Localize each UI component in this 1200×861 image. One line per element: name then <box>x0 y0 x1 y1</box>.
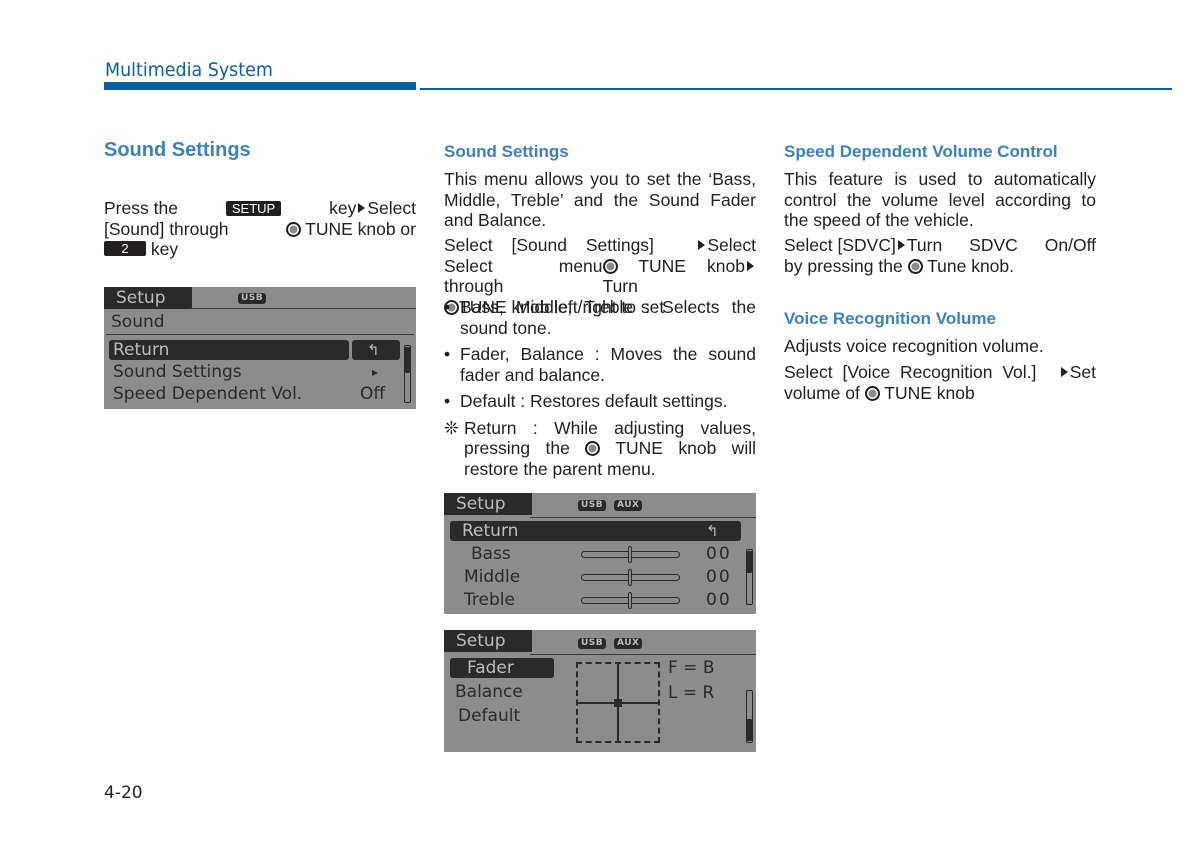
intro-paragraph: This menu allows you to set the ‘Bass, M… <box>444 169 756 230</box>
text: Select [Sound Settings] <box>444 235 654 255</box>
screen-tab: Setup <box>444 630 532 652</box>
fader-balance-screen: Setup USB AUX Fader Balance Default F = … <box>444 630 756 752</box>
fader-position-marker[interactable] <box>614 698 622 707</box>
heading-sound-settings: Sound Settings <box>444 142 569 161</box>
return-icon: ↰ <box>367 341 380 359</box>
setup-sound-screen: Setup USB Sound Return ↰ Sound Settings … <box>104 287 416 409</box>
submenu-arrow-icon: ▸ <box>372 365 379 379</box>
header-rule <box>420 88 1172 90</box>
arrow-right-icon <box>1060 367 1068 377</box>
preset-2-key-icon: 2 <box>104 241 146 256</box>
header-bar <box>104 82 416 90</box>
scrollbar[interactable] <box>746 690 753 743</box>
arrow-right-icon <box>747 260 754 271</box>
bullet-item: • Fader, Balance : Moves the sound fader … <box>444 344 756 385</box>
text: TUNE knob <box>638 255 745 276</box>
usb-badge: USB <box>578 638 607 649</box>
treble-slider[interactable] <box>581 592 680 609</box>
heading-sdvc: Speed Dependent Volume Control <box>784 142 1058 161</box>
tune-knob-icon <box>602 258 618 274</box>
balance-readout: L = R <box>668 683 715 703</box>
divider <box>530 654 756 655</box>
text: Select [Voice Recognition Vol.] <box>784 362 1037 382</box>
text: key <box>150 239 179 259</box>
text: [Sound] through <box>104 218 229 239</box>
text: Turn <box>602 276 638 296</box>
divider <box>190 308 416 309</box>
text: TUNE knob <box>884 382 975 403</box>
middle-slider[interactable] <box>581 569 680 586</box>
scrollbar-thumb[interactable] <box>747 719 752 741</box>
menu-item-return[interactable]: Return <box>462 520 518 542</box>
arrow-right-icon <box>897 240 905 250</box>
bullet-item: • Bass, Middle, Treble : Selects the soun… <box>444 297 756 338</box>
tone-label-middle: Middle <box>464 567 521 587</box>
usb-badge: USB <box>578 500 607 511</box>
voice-description: Adjusts voice recognition volume. <box>784 336 1044 356</box>
fader-readout: F = B <box>668 658 715 678</box>
aux-badge: AUX <box>614 638 643 649</box>
text: Tune knob. <box>927 255 1015 276</box>
slider-handle[interactable] <box>627 569 632 586</box>
tune-knob-icon <box>585 441 601 456</box>
screen-subtitle: Sound <box>111 312 165 332</box>
usb-badge: USB <box>238 293 267 304</box>
return-icon: ↰ <box>706 522 719 540</box>
bullet-list: • Bass, Middle, Treble : Selects the soun… <box>444 297 756 479</box>
voice-instruction: Select [Voice Recognition Vol.] Set volu… <box>784 362 1096 403</box>
aux-badge: AUX <box>614 500 643 511</box>
arrow-right-icon <box>358 203 366 213</box>
menu-item-default[interactable]: Default <box>458 705 520 727</box>
middle-value: 00 <box>706 567 732 587</box>
text: TUNE knob or <box>305 218 416 239</box>
page-number: 4-20 <box>104 783 143 803</box>
text: Press the <box>104 198 178 218</box>
tone-label-treble: Treble <box>464 590 515 610</box>
tune-knob-icon <box>864 385 880 401</box>
instruction-paragraph: Press the SETUP key Select [Sound] throug… <box>104 198 416 260</box>
arrow-right-icon <box>698 240 706 250</box>
text: Select menu through <box>444 255 603 297</box>
menu-item-sound-settings[interactable]: Sound Settings <box>113 361 242 383</box>
text: key <box>329 198 357 218</box>
section-title: Multimedia System <box>105 59 273 81</box>
note-item: ❊ Return : While adjusting values, press… <box>444 417 756 479</box>
bass-slider[interactable] <box>581 546 680 563</box>
screen-tab: Setup <box>444 493 532 515</box>
scrollbar-thumb[interactable] <box>747 551 752 573</box>
divider <box>106 334 414 335</box>
setup-key-icon: SETUP <box>225 200 282 216</box>
sdvc-description: This feature is used to automatically co… <box>784 169 1096 230</box>
sdvc-instruction: Select [SDVC] Turn SDVC On/Off by pressing… <box>784 235 1096 276</box>
heading-voice-recognition-volume: Voice Recognition Volume <box>784 309 996 328</box>
slider-handle[interactable] <box>627 592 632 609</box>
menu-item-fader[interactable]: Fader <box>467 657 514 679</box>
menu-item-return[interactable]: Return <box>113 339 169 361</box>
slider-handle[interactable] <box>627 546 632 563</box>
divider <box>530 517 756 518</box>
menu-item-balance[interactable]: Balance <box>455 681 523 703</box>
treble-value: 00 <box>706 590 732 610</box>
scrollbar[interactable] <box>746 549 753 605</box>
bass-value: 00 <box>706 544 732 564</box>
note-asterisk-icon: ❊ <box>444 417 459 438</box>
tone-settings-screen: Setup USB AUX Return ↰ Bass 00 Middle 00… <box>444 493 756 614</box>
sdvc-value: Off <box>360 384 386 404</box>
scrollbar[interactable] <box>404 345 411 403</box>
scrollbar-thumb[interactable] <box>405 347 410 373</box>
fader-balance-grid[interactable] <box>576 662 660 743</box>
bullet-item: • Default : Restores default settings. <box>444 391 728 411</box>
tune-knob-icon <box>285 221 301 237</box>
screen-tab: Setup <box>104 287 192 309</box>
text: Select <box>367 198 416 218</box>
heading-sound-settings: Sound Settings <box>104 139 251 161</box>
menu-item-speed-dependent-vol[interactable]: Speed Dependent Vol. <box>113 383 302 405</box>
text: Select [SDVC] <box>784 235 896 255</box>
tone-label-bass: Bass <box>471 544 511 564</box>
tune-knob-icon <box>907 258 923 274</box>
